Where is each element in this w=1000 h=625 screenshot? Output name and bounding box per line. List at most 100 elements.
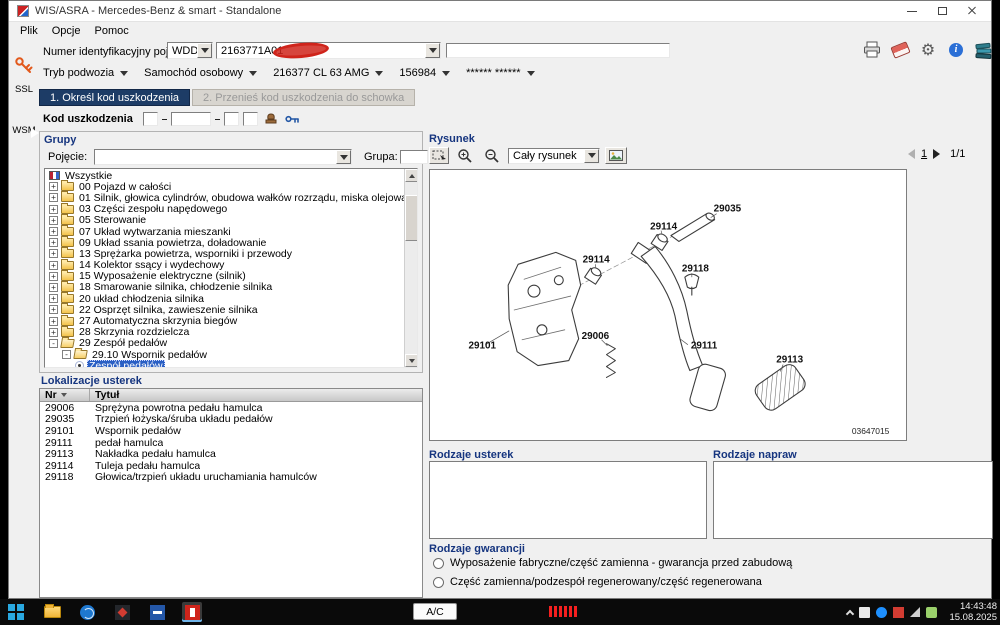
tree-scrollbar[interactable] — [404, 169, 417, 367]
repair-types-list[interactable] — [713, 461, 993, 539]
damage-code-field-4[interactable] — [242, 112, 258, 126]
expand-icon[interactable]: + — [49, 227, 58, 237]
chevron-down-icon[interactable] — [425, 43, 440, 58]
expand-icon[interactable]: + — [49, 193, 58, 203]
wsm-button[interactable]: WSM — [9, 123, 39, 138]
expand-icon[interactable]: + — [49, 271, 58, 281]
tree-item[interactable]: +20 układ chłodzenia silnika — [45, 292, 403, 305]
taskbar-folder-button[interactable] — [42, 602, 62, 622]
fault-location-row[interactable]: 29113 Nakładka pedału hamulca — [40, 448, 422, 460]
image-view-button[interactable] — [605, 147, 627, 164]
fault-location-row[interactable]: 29006 Sprężyna powrotna pedału hamulca — [40, 402, 422, 414]
column-title[interactable]: Tytuł — [90, 389, 119, 401]
tree-item[interactable]: +18 Smarowanie silnika, chłodzenie silni… — [45, 280, 403, 293]
column-nr[interactable]: Nr — [40, 389, 90, 401]
stamp-button[interactable] — [262, 109, 280, 129]
tree-item[interactable]: Wszystkie — [45, 170, 403, 182]
taskbar-wis-button[interactable] — [182, 602, 202, 622]
expand-icon[interactable]: + — [49, 215, 58, 225]
info-button[interactable] — [945, 40, 967, 60]
tab-define-damage-code[interactable]: 1. Określ kod uszkodzenia — [39, 89, 191, 106]
taskbar-browser-button[interactable] — [77, 602, 97, 622]
maximize-button[interactable] — [927, 2, 957, 21]
tree-item[interactable]: +00 Pojazd w całości — [45, 180, 403, 193]
expand-icon[interactable]: + — [49, 316, 58, 326]
chevron-down-icon[interactable] — [584, 148, 599, 163]
tray-icon[interactable] — [910, 607, 920, 617]
ac-button[interactable]: A/C — [413, 603, 457, 620]
fault-location-row[interactable]: 29114 Tuleja pedału hamulca — [40, 460, 422, 472]
vin-wmi-select[interactable]: WDD — [167, 42, 213, 59]
tree-item[interactable]: +01 Silnik, głowica cylindrów, obudowa w… — [45, 191, 407, 204]
tree-item[interactable]: +15 Wyposażenie elektryczne (silnik) — [45, 269, 403, 282]
tray-icon[interactable] — [859, 606, 870, 618]
vehicle-type-dropdown[interactable]: Samochód osobowy — [144, 67, 258, 79]
zoom-in-button[interactable] — [454, 146, 476, 166]
scroll-down-icon[interactable] — [405, 354, 417, 367]
manuals-button[interactable] — [973, 40, 995, 60]
drawing-view-select[interactable]: Cały rysunek — [508, 147, 600, 164]
key-button[interactable] — [284, 109, 302, 129]
menu-pomoc[interactable]: Pomoc — [88, 24, 134, 38]
taskbar-clock[interactable]: 14:43:48 15.08.2025 — [943, 601, 997, 623]
previous-page-icon[interactable] — [908, 149, 915, 159]
menu-plik[interactable]: Plik — [14, 24, 44, 38]
damage-code-field-3[interactable] — [223, 112, 239, 126]
damage-code-field-2[interactable] — [170, 112, 211, 126]
next-page-icon[interactable] — [933, 149, 941, 159]
serial-dropdown[interactable]: 156984 — [399, 67, 451, 79]
expand-icon[interactable]: + — [49, 294, 58, 304]
tree-item[interactable]: Zespół pedałów — [45, 359, 403, 367]
chevron-down-icon[interactable] — [336, 150, 351, 164]
tree-item[interactable]: +27 Automatyczna skrzynia biegów — [45, 314, 403, 327]
menu-opcje[interactable]: Opcje — [46, 24, 87, 38]
expand-icon[interactable]: + — [49, 249, 58, 259]
vehicle-designation-field[interactable] — [446, 43, 670, 58]
chevron-down-icon[interactable] — [197, 43, 212, 58]
collapse-icon[interactable]: - — [62, 350, 71, 360]
tree-item[interactable]: +13 Sprężarka powietrza, wsporniki i prz… — [45, 247, 403, 260]
scroll-up-icon[interactable] — [405, 169, 417, 182]
expand-icon[interactable]: + — [49, 282, 58, 292]
tree-item[interactable]: +22 Osprzęt silnika, zawieszenie silnika — [45, 303, 403, 316]
taskbar-app-button-2[interactable] — [147, 602, 167, 622]
tree-item[interactable]: +28 Skrzynia rozdzielcza — [45, 325, 403, 338]
tray-icon[interactable] — [926, 606, 937, 618]
scrollbar-thumb[interactable] — [405, 195, 417, 241]
tab-copy-damage-code[interactable]: 2. Przenieś kod uszkodzenia do schowka — [192, 89, 416, 106]
tray-icon[interactable] — [893, 606, 904, 618]
tree-item[interactable]: +09 Układ ssania powietrza, doładowanie — [45, 236, 403, 249]
vin-input[interactable]: 2163771A01 — [216, 40, 441, 61]
fault-location-row[interactable]: 29035 Trzpień łożyska/śruba układu pedałó… — [40, 413, 422, 425]
expand-icon[interactable]: + — [49, 327, 58, 337]
select-region-button[interactable] — [429, 147, 449, 164]
expand-icon[interactable]: + — [49, 260, 58, 270]
expand-icon[interactable]: + — [49, 305, 58, 315]
expand-icon[interactable]: + — [49, 238, 58, 248]
tree-item[interactable]: +03 Części zespołu napędowego — [45, 202, 403, 215]
radio-icon[interactable] — [433, 557, 444, 569]
expand-icon[interactable]: + — [49, 204, 58, 214]
settings-button[interactable] — [917, 40, 939, 60]
group-input[interactable] — [400, 150, 428, 164]
tree-item[interactable]: - 29.10 Wspornik pedałów — [45, 349, 403, 361]
warranty-option-2[interactable]: Część zamienna/podzespół regenerowany/cz… — [433, 576, 762, 588]
warranty-option-1[interactable]: Wyposażenie fabryczne/część zamienna - g… — [433, 557, 792, 569]
page-number[interactable]: 1 — [921, 148, 927, 160]
minimize-button[interactable] — [897, 2, 927, 21]
tree-item[interactable]: +14 Kolektor ssący i wydechowy — [45, 258, 403, 271]
fault-types-list[interactable] — [429, 461, 707, 539]
taskbar-app-button-1[interactable] — [112, 602, 132, 622]
drawing-area[interactable]: 29035 29114 29114 29118 29101 29006 29111 29113… — [429, 169, 907, 441]
start-button[interactable] — [8, 604, 26, 620]
tree-item[interactable]: - 29 Zespół pedałów — [45, 337, 403, 349]
print-button[interactable] — [861, 40, 883, 60]
model-dropdown[interactable]: 216377 CL 63 AMG — [273, 67, 384, 79]
zoom-out-button[interactable] — [481, 146, 503, 166]
tree-item[interactable]: +05 Sterowanie — [45, 213, 403, 226]
ssl-button[interactable]: SSL — [9, 55, 39, 95]
term-select[interactable] — [94, 149, 352, 165]
close-button[interactable] — [957, 2, 987, 21]
eraser-button[interactable] — [889, 40, 911, 60]
masked-dropdown[interactable]: ****** ****** — [466, 67, 535, 79]
